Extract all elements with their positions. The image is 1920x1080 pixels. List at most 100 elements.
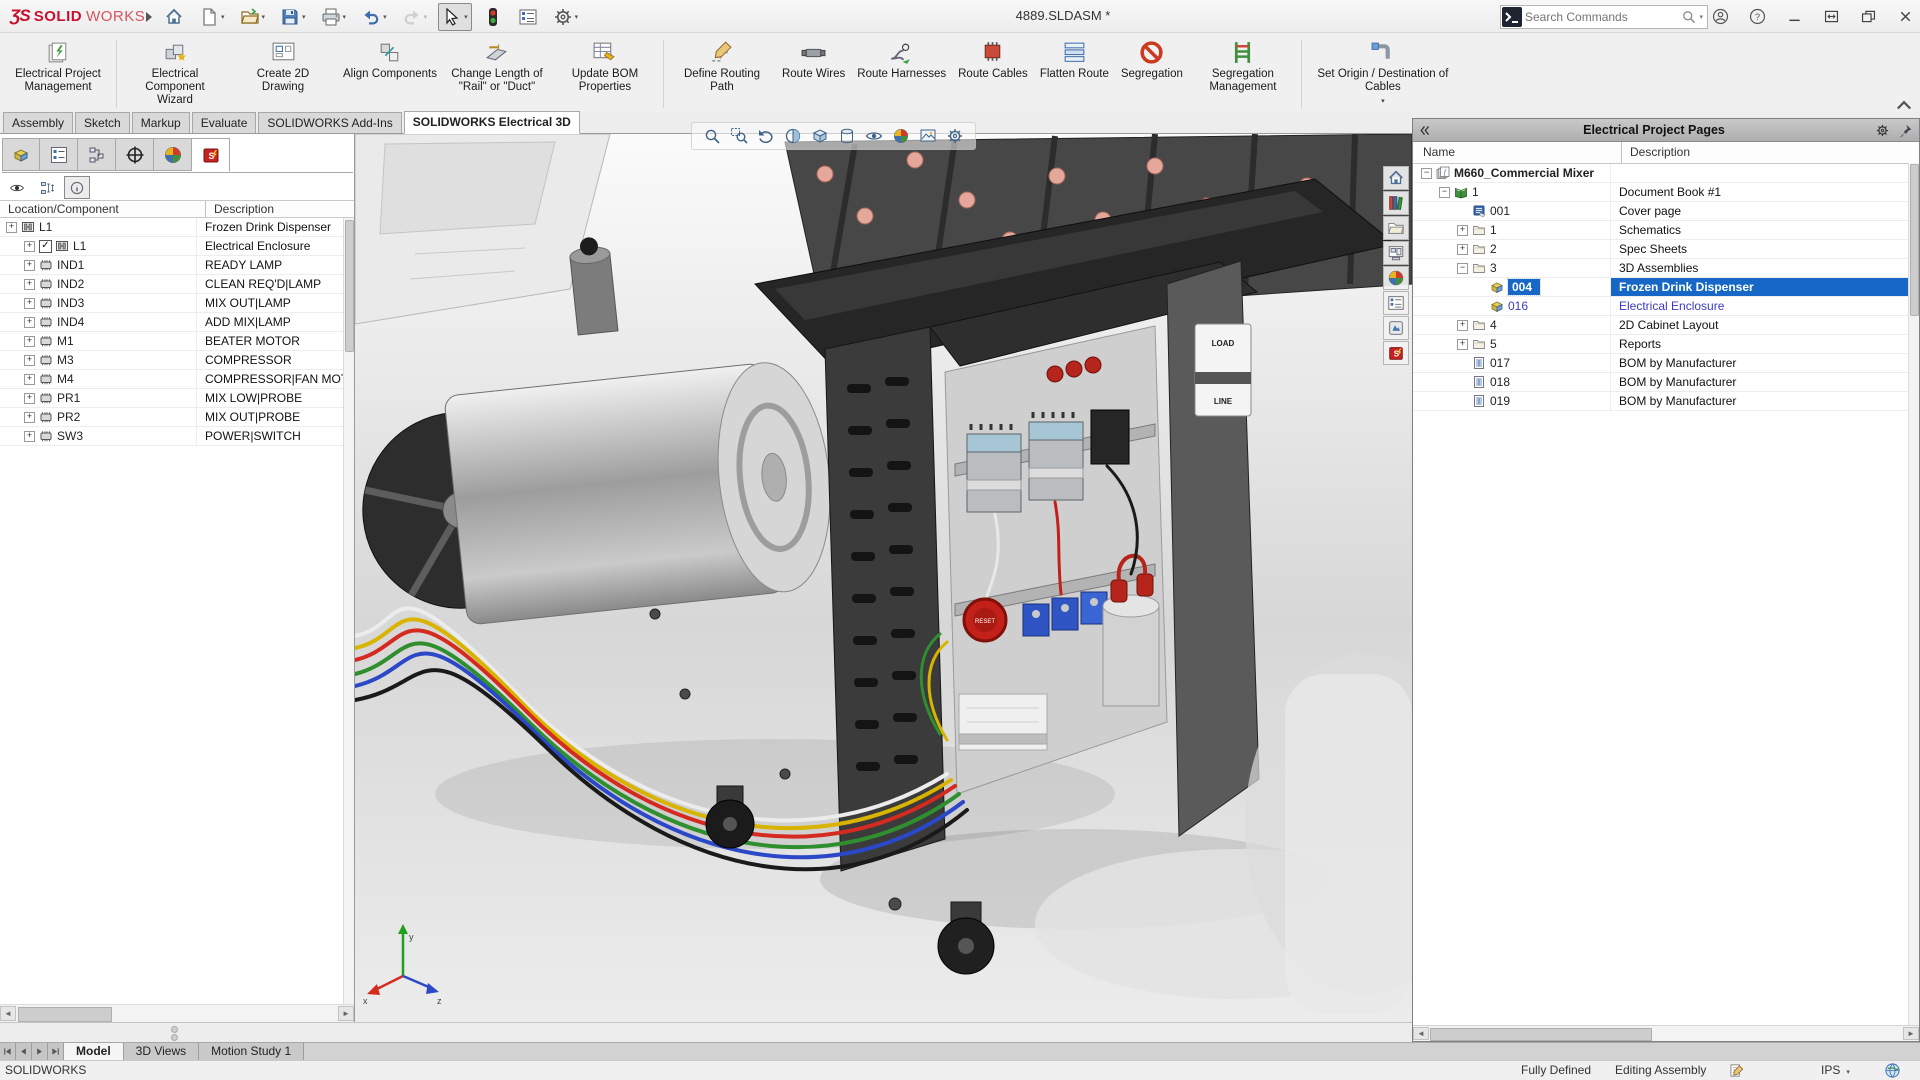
expand-toggle-icon[interactable]: + [24,241,35,252]
expand-toggle-icon[interactable]: + [24,374,35,385]
set-origin-destination-of-cables-button[interactable]: Set Origin / Destination of Cables▾ [1306,37,1460,110]
minimize-button[interactable] [1785,5,1803,29]
route-cables-button[interactable]: Route Cables [952,37,1034,83]
nav-next-button[interactable] [32,1043,48,1060]
align-components-button[interactable]: Align Components [337,37,443,83]
tree-row-m3-compressor[interactable]: +M3COMPRESSOR [0,351,345,370]
tab-solidworks-add-ins[interactable]: SOLIDWORKS Add-Ins [258,112,401,133]
tree-row-ind1-ready-lamp[interactable]: +IND1READY LAMP [0,256,345,275]
visibility-eye-button[interactable] [4,176,30,199]
relay-block[interactable] [1091,410,1129,464]
collapse-taskpane-button[interactable] [1894,96,1914,112]
search-input[interactable] [1523,9,1681,25]
undo-button[interactable]: ▾ [357,3,391,31]
scrollbar-thumb[interactable] [18,1007,112,1022]
splitter-handle[interactable] [171,1026,178,1033]
tree-row-1-schematics[interactable]: +1Schematics [1413,221,1919,240]
expand-toggle-icon[interactable]: + [24,260,35,271]
expand-toggle-icon[interactable]: + [24,279,35,290]
manager-tab-configuration[interactable] [78,138,116,171]
manager-tab-electrical-manager[interactable]: S [192,138,230,172]
electrical-component-wizard-button[interactable]: Electrical Component Wizard [121,37,229,109]
expand-toggle-icon[interactable]: − [1457,263,1468,274]
expand-panes-button[interactable] [1822,5,1840,29]
expand-toggle-icon[interactable]: − [1439,187,1450,198]
contactor[interactable] [967,424,1021,512]
tree-row-004-frozen-drink-dispenser[interactable]: 004Frozen Drink Dispenser [1413,278,1919,297]
panel-settings-gear-icon[interactable] [1873,121,1891,139]
view-settings-button[interactable] [945,126,965,146]
home-button[interactable] [160,3,188,31]
expand-toggle-icon[interactable]: + [24,355,35,366]
expand-toggle-icon[interactable]: + [1457,339,1468,350]
manager-tab-property-target[interactable] [116,138,154,171]
scroll-right-arrow[interactable]: ► [338,1006,354,1021]
scrollbar-thumb[interactable] [1910,164,1919,316]
define-routing-path-button[interactable]: Define Routing Path [668,37,776,96]
tree-row-pr1-mix-low-probe[interactable]: +PR1MIX LOW|PROBE [0,389,345,408]
document-tab-model[interactable]: Model [64,1043,124,1060]
dropdown-caret-icon[interactable]: ▾ [343,13,347,21]
tree-row-m4-compressor-fan-motor[interactable]: +M4COMPRESSOR|FAN MOTOR [0,370,345,389]
previous-view-button[interactable] [756,126,776,146]
expand-toggle-icon[interactable]: + [24,412,35,423]
close-button[interactable] [1896,5,1914,29]
update-bom-properties-button[interactable]: Update BOM Properties [551,37,659,96]
expand-toggle-icon[interactable]: + [24,317,35,328]
edit-appearance-button[interactable] [891,126,911,146]
tree-row-2-spec-sheets[interactable]: +2Spec Sheets [1413,240,1919,259]
save-button[interactable]: ▾ [276,3,310,31]
view-palette-button[interactable] [1383,241,1409,265]
view-orientation-button[interactable] [810,126,830,146]
change-length-of-rail-or-duct-button[interactable]: Change Length of "Rail" or "Duct" [443,37,551,96]
tab-assembly[interactable]: Assembly [3,112,73,133]
tree-row-m1-beater-motor[interactable]: +M1BEATER MOTOR [0,332,345,351]
expand-toggle-icon[interactable]: + [24,336,35,347]
expand-tree-button[interactable] [34,176,60,199]
column-description[interactable]: Description [206,201,274,217]
tab-markup[interactable]: Markup [132,112,190,133]
restore-button[interactable] [1859,5,1877,29]
expand-toggle-icon[interactable]: + [6,222,17,233]
column-description[interactable]: Description [1622,142,1690,163]
transformer[interactable] [959,694,1047,750]
search-dropdown-caret-icon[interactable]: ▾ [1699,13,1703,21]
column-name[interactable]: Name [1413,142,1622,163]
tree-row-5-reports[interactable]: +5Reports [1413,335,1919,354]
tree-row-ind2-clean-req-d-lamp[interactable]: +IND2CLEAN REQ'D|LAMP [0,275,345,294]
segregation-button[interactable]: Segregation [1115,37,1189,83]
expand-toggle-icon[interactable]: + [24,431,35,442]
dropdown-caret-icon[interactable]: ▾ [221,13,225,21]
select-arrow-button[interactable]: ▾ [438,3,472,31]
zoom-fit-button[interactable] [702,126,722,146]
tree-row-1-document-book-1[interactable]: −1Document Book #1 [1413,183,1919,202]
tree-row-l1-frozen-drink-dispenser[interactable]: +L1Frozen Drink Dispenser [0,218,345,237]
right-vertical-scrollbar[interactable] [1908,163,1919,1025]
rebuild-button[interactable] [479,3,507,31]
appearances-button[interactable] [1383,266,1409,290]
load-line-box[interactable]: LOAD LINE [1195,324,1251,416]
expand-toggle-icon[interactable]: + [1457,320,1468,331]
tree-row-001-cover-page[interactable]: 001Cover page [1413,202,1919,221]
dropdown-caret-icon[interactable]: ▾ [262,13,266,21]
display-report-button[interactable] [514,3,542,31]
tree-row-pr2-mix-out-probe[interactable]: +PR2MIX OUT|PROBE [0,408,345,427]
custom-properties-button[interactable] [1383,291,1409,315]
help-button[interactable]: ? [1748,5,1766,29]
options-gear-button[interactable]: ▾ [549,3,583,31]
info-button[interactable] [64,176,90,199]
tree-row-m660-commercial-mixer-item[interactable]: −fM660_Commercial Mixer [1413,164,1919,183]
electrical-project-management-button[interactable]: Electrical Project Management [4,37,112,96]
create-2d-drawing-button[interactable]: Create 2D Drawing [229,37,337,96]
tree-row-018-bom-by-manufacturer[interactable]: 018BOM by Manufacturer [1413,373,1919,392]
zoom-area-button[interactable] [729,126,749,146]
scroll-right-arrow[interactable]: ► [1903,1027,1919,1040]
display-style-button[interactable] [837,126,857,146]
document-tab-motion-study-1[interactable]: Motion Study 1 [199,1043,304,1060]
column-location-component[interactable]: Location/Component [0,201,206,217]
dropdown-caret-icon[interactable]: ▾ [383,13,387,21]
3dexperience-globe-icon[interactable] [1884,1062,1901,1079]
manager-tab-feature-list[interactable] [40,138,78,171]
scroll-left-arrow[interactable]: ◄ [1413,1027,1429,1040]
user-account-button[interactable] [1711,5,1729,29]
